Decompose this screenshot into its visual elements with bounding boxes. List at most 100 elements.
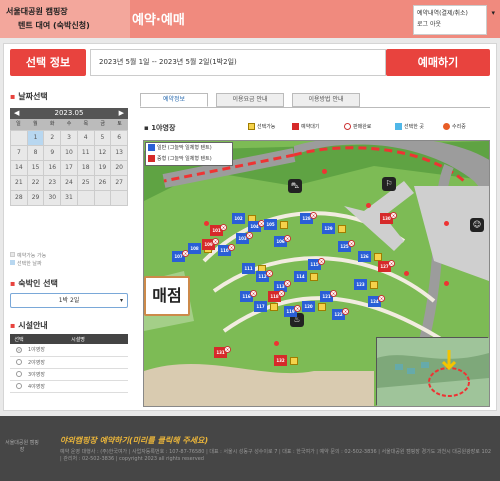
facility-radio[interactable] bbox=[16, 358, 22, 365]
campsite-119[interactable]: 119 × bbox=[284, 305, 301, 317]
tab-pricing[interactable]: 이용요금 안내 bbox=[216, 93, 284, 107]
campsite-124[interactable]: 124 × bbox=[368, 295, 385, 307]
campsite-105[interactable]: 105 bbox=[264, 219, 277, 230]
people-section-title: ▪ 숙박인 선택 bbox=[10, 279, 58, 288]
campsite-114[interactable]: 114 bbox=[294, 271, 307, 282]
calendar-day[interactable]: 7 bbox=[11, 146, 28, 161]
weekday-label: 목 bbox=[83, 121, 89, 127]
sold-out-icon: × bbox=[388, 260, 395, 267]
calendar-day[interactable]: 20 bbox=[111, 161, 128, 176]
reserve-button[interactable]: 예매하기 bbox=[386, 49, 490, 76]
campsite-129[interactable]: 129 bbox=[322, 223, 335, 234]
menu-item-reservations[interactable]: 예약내역(결제/취소) bbox=[417, 8, 483, 19]
campsite-128[interactable]: 128 × bbox=[300, 212, 317, 224]
calendar-day[interactable]: 13 bbox=[111, 146, 128, 161]
calendar-day[interactable]: 11 bbox=[77, 146, 95, 161]
calendar-day[interactable]: 1 bbox=[27, 131, 45, 146]
calendar-day[interactable]: 3 bbox=[61, 131, 78, 146]
calendar-day[interactable]: 17 bbox=[61, 161, 78, 176]
calendar-day[interactable]: 25 bbox=[77, 176, 95, 191]
campsite-116[interactable]: 116 × bbox=[240, 290, 257, 302]
campsite-109[interactable]: 109 × bbox=[202, 238, 219, 250]
campsite-130[interactable]: 130 × bbox=[380, 212, 397, 224]
footer-promo-link[interactable]: 야외캠핑장 예약하기(미리를 클릭해 주세요) bbox=[60, 435, 208, 446]
calendar-day[interactable]: 29 bbox=[27, 191, 45, 206]
calendar-day[interactable]: 21 bbox=[11, 176, 28, 191]
calendar-day[interactable]: 27 bbox=[111, 176, 128, 191]
tab-reservation-info[interactable]: 예약정보 bbox=[140, 93, 208, 107]
campsite-108[interactable]: 108 bbox=[188, 243, 201, 254]
campsite-110[interactable]: 110 × bbox=[218, 244, 235, 256]
campsite-107[interactable]: 107 × bbox=[172, 250, 189, 262]
campsite-106[interactable]: 106 × bbox=[274, 235, 291, 247]
calendar-day[interactable]: 23 bbox=[44, 176, 62, 191]
calendar-day[interactable]: 28 bbox=[11, 191, 28, 206]
calendar-day[interactable]: 16 bbox=[44, 161, 62, 176]
calendar-day[interactable]: 22 bbox=[27, 176, 45, 191]
sold-out-icon: × bbox=[318, 258, 325, 265]
campsite-131[interactable]: 131 × bbox=[214, 346, 231, 358]
campsite-125[interactable]: 125 × bbox=[338, 240, 355, 252]
campsite-111[interactable]: 111 bbox=[242, 263, 255, 274]
campsite-104[interactable]: 104 × bbox=[248, 220, 265, 232]
campsite-122[interactable]: 122 × bbox=[332, 308, 349, 320]
campsite-102[interactable]: 102 bbox=[232, 213, 245, 224]
campsite-121[interactable]: 121 × bbox=[320, 290, 337, 302]
chevron-down-icon[interactable]: ▾ bbox=[491, 8, 495, 19]
campsite-127[interactable]: 127 × bbox=[378, 260, 395, 272]
facility-radio[interactable] bbox=[16, 370, 22, 377]
campsite-118[interactable]: 118 × bbox=[268, 290, 285, 302]
weekday-label: 화 bbox=[49, 121, 55, 127]
facility-radio[interactable] bbox=[16, 346, 22, 353]
next-month-icon[interactable]: ▶ bbox=[119, 108, 124, 119]
facility-radio[interactable] bbox=[16, 382, 22, 389]
campsite-120[interactable]: 120 bbox=[302, 301, 315, 312]
campsite-115[interactable]: 115 × bbox=[308, 258, 325, 270]
user-menu[interactable]: 예약내역(결제/취소) 로그 아웃 ▾ bbox=[413, 5, 495, 35]
calendar-day bbox=[111, 191, 128, 206]
calendar-day[interactable]: 30 bbox=[44, 191, 62, 206]
calendar-day[interactable]: 6 bbox=[111, 131, 128, 146]
calendar-day[interactable]: 9 bbox=[44, 146, 62, 161]
facility-section-label: 시설안내 bbox=[18, 321, 48, 330]
legend-sold-out: 판매완료 bbox=[344, 123, 371, 131]
calendar-day[interactable]: 31 bbox=[61, 191, 78, 206]
main-panel: 선택 정보 2023년 5월 1일 -- 2023년 5월 2일(1박2일) 예… bbox=[3, 43, 497, 411]
campsite-112[interactable]: 112 × bbox=[256, 270, 273, 282]
facility-section-title: ▪ 시설안내 bbox=[10, 321, 48, 330]
calendar-day[interactable]: 12 bbox=[94, 146, 112, 161]
calendar-day[interactable]: 24 bbox=[61, 176, 78, 191]
map-marker-icon bbox=[322, 169, 327, 174]
stay-select[interactable]: 1박 2일 ▾ bbox=[10, 293, 128, 308]
campsite-map[interactable]: 일반 (그늘막 일체형 텐트) 증형 (그늘막 일체형 텐트) 매점 ⛍ ♨ ⚐… bbox=[143, 140, 490, 407]
menu-item-logout[interactable]: 로그 아웃 bbox=[417, 19, 483, 30]
people-section-label: 숙박인 선택 bbox=[18, 279, 58, 288]
sold-out-icon: × bbox=[284, 235, 291, 242]
campsite-117[interactable]: 117 bbox=[254, 301, 267, 312]
campsite-101[interactable]: 101 × bbox=[210, 224, 227, 236]
calendar-day[interactable]: 10 bbox=[61, 146, 78, 161]
site-logo[interactable]: 서울대공원 캠핑장 텐트 대여 (숙박신청) bbox=[0, 0, 130, 38]
calendar-day[interactable]: 15 bbox=[27, 161, 45, 176]
calendar-day[interactable]: 14 bbox=[11, 161, 28, 176]
calendar-day[interactable]: 4 bbox=[77, 131, 95, 146]
calendar-day[interactable]: 2 bbox=[44, 131, 62, 146]
calendar-day[interactable]: 8 bbox=[27, 146, 45, 161]
legend-normal-tent: 일반 (그늘막 일체형 텐트) bbox=[148, 143, 232, 154]
facility-row[interactable]: 2야영장 bbox=[10, 356, 128, 369]
campsite-103[interactable]: 103 × bbox=[236, 232, 253, 244]
facility-row[interactable]: 4야영장 bbox=[10, 380, 128, 393]
facility-row[interactable]: 1야영장 bbox=[10, 344, 128, 357]
campsite-132[interactable]: 132 bbox=[274, 355, 287, 366]
prev-month-icon[interactable]: ◀ bbox=[14, 108, 19, 119]
campsite-126[interactable]: 126 bbox=[358, 251, 371, 262]
calendar-day[interactable]: 26 bbox=[94, 176, 112, 191]
tab-usage-guide[interactable]: 이용방법 안내 bbox=[292, 93, 360, 107]
calendar-day[interactable]: 18 bbox=[77, 161, 95, 176]
facility-table: 선택 시설명 1야영장 2야영장 3야영장 4야영장 bbox=[10, 334, 128, 393]
campsite-123[interactable]: 123 bbox=[354, 279, 367, 290]
calendar-day[interactable]: 19 bbox=[94, 161, 112, 176]
facility-row[interactable]: 3야영장 bbox=[10, 368, 128, 381]
available-hut-icon bbox=[310, 273, 318, 281]
calendar-day[interactable]: 5 bbox=[94, 131, 112, 146]
